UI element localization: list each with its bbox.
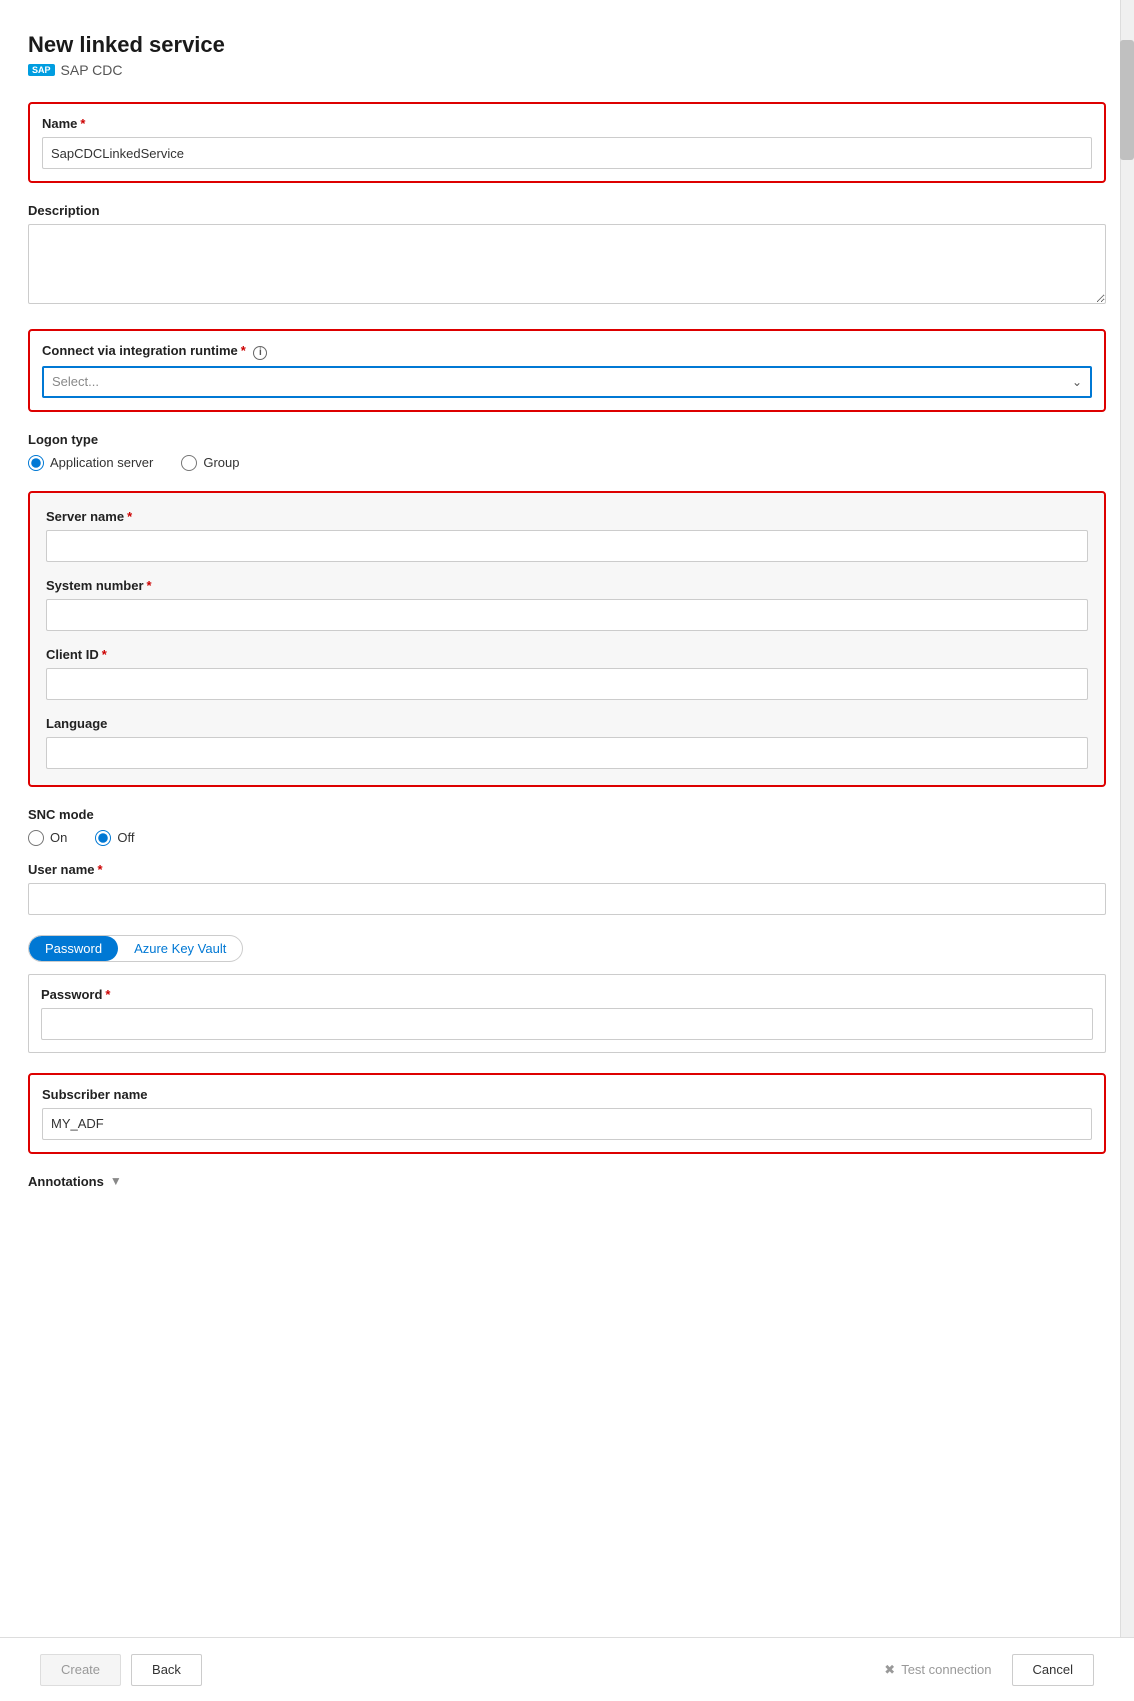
snc-off-radio[interactable] xyxy=(95,830,111,846)
test-connection-label: Test connection xyxy=(901,1662,991,1677)
annotations-label: Annotations ▼ xyxy=(28,1174,1106,1189)
footer-bar: Create Back ✖ Test connection Cancel xyxy=(0,1637,1134,1701)
snc-off-label: Off xyxy=(117,830,134,845)
sap-label: SAP CDC xyxy=(61,62,123,78)
password-tab-wrapper: Password Azure Key Vault xyxy=(28,935,243,962)
test-connection-icon: ✖ xyxy=(884,1662,895,1678)
server-section: Server name* System number* Client ID* L… xyxy=(28,491,1106,787)
server-name-required: * xyxy=(127,509,132,524)
sap-badge: SAP SAP CDC xyxy=(28,62,1106,78)
scrollbar-thumb[interactable] xyxy=(1120,40,1134,160)
snc-radio-group: On Off xyxy=(28,830,1106,846)
user-name-input[interactable] xyxy=(28,883,1106,915)
snc-mode-label: SNC mode xyxy=(28,807,1106,822)
name-label: Name* xyxy=(42,116,1092,131)
system-number-required: * xyxy=(147,578,152,593)
server-name-group: Server name* xyxy=(46,509,1088,562)
system-number-group: System number* xyxy=(46,578,1088,631)
server-name-input[interactable] xyxy=(46,530,1088,562)
cancel-button[interactable]: Cancel xyxy=(1012,1654,1094,1686)
snc-off-option[interactable]: Off xyxy=(95,830,134,846)
client-id-label: Client ID* xyxy=(46,647,1088,662)
scrollbar[interactable] xyxy=(1120,0,1134,1701)
logon-type-group: Logon type Application server Group xyxy=(28,432,1106,471)
logon-type-application-server[interactable]: Application server xyxy=(28,455,153,471)
password-required: * xyxy=(105,987,110,1002)
password-label: Password* xyxy=(41,987,1093,1002)
client-id-input[interactable] xyxy=(46,668,1088,700)
description-group: Description xyxy=(28,203,1106,309)
logon-type-app-server-radio[interactable] xyxy=(28,455,44,471)
integration-runtime-select-wrapper: Select... ⌄ xyxy=(42,366,1092,398)
logon-type-radio-group: Application server Group xyxy=(28,455,1106,471)
user-name-label: User name* xyxy=(28,862,1106,877)
logon-type-app-server-label: Application server xyxy=(50,455,153,470)
subscriber-name-label: Subscriber name xyxy=(42,1087,1092,1102)
server-name-label: Server name* xyxy=(46,509,1088,524)
footer-left: Create Back xyxy=(40,1654,202,1686)
annotations-group: Annotations ▼ xyxy=(28,1174,1106,1189)
integration-runtime-group: Connect via integration runtime* i Selec… xyxy=(28,329,1106,412)
language-input[interactable] xyxy=(46,737,1088,769)
footer-right: ✖ Test connection Cancel xyxy=(874,1654,1094,1686)
user-name-group: User name* xyxy=(28,862,1106,915)
integration-required-star: * xyxy=(241,343,246,358)
name-field-group: Name* SapCDCLinkedService xyxy=(28,102,1106,183)
logon-type-group-label: Group xyxy=(203,455,239,470)
page-title: New linked service xyxy=(28,32,1106,58)
integration-runtime-select[interactable]: Select... xyxy=(42,366,1092,398)
azure-key-vault-tab[interactable]: Azure Key Vault xyxy=(118,936,242,961)
name-required-star: * xyxy=(80,116,85,131)
language-label: Language xyxy=(46,716,1088,731)
create-button[interactable]: Create xyxy=(40,1654,121,1686)
snc-on-label: On xyxy=(50,830,67,845)
password-section: Password* xyxy=(28,974,1106,1053)
back-button[interactable]: Back xyxy=(131,1654,202,1686)
subscriber-name-input[interactable]: MY_ADF xyxy=(42,1108,1092,1140)
description-textarea[interactable] xyxy=(28,224,1106,304)
logon-type-label: Logon type xyxy=(28,432,1106,447)
client-id-required: * xyxy=(102,647,107,662)
logon-type-group-option[interactable]: Group xyxy=(181,455,239,471)
client-id-group: Client ID* xyxy=(46,647,1088,700)
user-name-required: * xyxy=(97,862,102,877)
system-number-label: System number* xyxy=(46,578,1088,593)
description-label: Description xyxy=(28,203,1106,218)
snc-on-radio[interactable] xyxy=(28,830,44,846)
sap-logo-icon: SAP xyxy=(28,64,55,76)
integration-runtime-label: Connect via integration runtime* i xyxy=(42,343,1092,360)
integration-runtime-info-icon[interactable]: i xyxy=(253,346,267,360)
snc-mode-group: SNC mode On Off xyxy=(28,807,1106,846)
logon-type-group-radio[interactable] xyxy=(181,455,197,471)
name-input[interactable]: SapCDCLinkedService xyxy=(42,137,1092,169)
language-group: Language xyxy=(46,716,1088,769)
subscriber-name-section: Subscriber name MY_ADF xyxy=(28,1073,1106,1154)
system-number-input[interactable] xyxy=(46,599,1088,631)
snc-on-option[interactable]: On xyxy=(28,830,67,846)
password-tab[interactable]: Password xyxy=(29,936,118,961)
test-connection-button[interactable]: ✖ Test connection xyxy=(874,1662,1001,1678)
password-input[interactable] xyxy=(41,1008,1093,1040)
